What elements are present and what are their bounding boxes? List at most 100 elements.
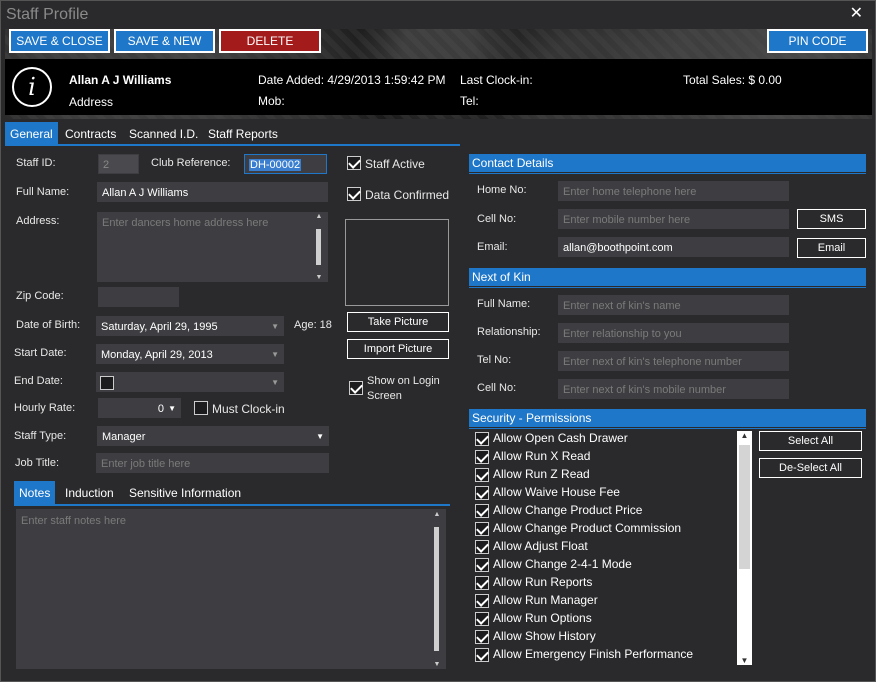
show-login-checkbox[interactable] <box>349 381 363 395</box>
permission-label: Allow Run Reports <box>493 575 593 589</box>
job-title-label: Job Title: <box>15 457 60 469</box>
cell-no-field[interactable]: Enter mobile number here <box>558 209 789 229</box>
address-field[interactable]: Enter dancers home address here <box>97 212 328 282</box>
select-all-button[interactable]: Select All <box>759 431 862 451</box>
permission-label: Allow Change Product Price <box>493 503 643 517</box>
data-confirmed-checkbox[interactable] <box>347 187 361 201</box>
permission-checkbox[interactable] <box>475 450 489 464</box>
save-close-button[interactable]: SAVE & CLOSE <box>9 29 110 53</box>
tab-general[interactable]: General <box>5 122 58 146</box>
chevron-down-icon: ▼ <box>271 350 279 359</box>
end-date-label: End Date: <box>14 375 63 387</box>
scroll-thumb[interactable] <box>316 229 321 265</box>
tab-sensitive-information[interactable]: Sensitive Information <box>124 481 246 506</box>
kin-full-name-label: Full Name: <box>477 298 531 310</box>
scroll-thumb[interactable] <box>739 445 750 569</box>
info-bar: i Allan A J Williams Address Date Added:… <box>5 59 872 115</box>
scroll-down-icon[interactable]: ▼ <box>431 661 443 668</box>
staff-id-label: Staff ID: <box>16 157 56 169</box>
scroll-thumb[interactable] <box>434 527 439 651</box>
permission-checkbox[interactable] <box>475 558 489 572</box>
permission-label: Allow Change Product Commission <box>493 521 682 535</box>
permission-checkbox[interactable] <box>475 504 489 518</box>
scroll-down-icon[interactable]: ▼ <box>313 274 325 281</box>
permission-label: Allow Run Options <box>493 611 592 625</box>
scroll-up-icon[interactable]: ▲ <box>313 213 325 220</box>
staff-type-select[interactable]: Manager ▼ <box>97 426 329 446</box>
delete-button[interactable]: DELETE <box>219 29 321 53</box>
tab-notes[interactable]: Notes <box>14 481 56 506</box>
permission-checkbox[interactable] <box>475 522 489 536</box>
sms-button[interactable]: SMS <box>797 209 866 229</box>
club-reference-field[interactable]: DH-00002 <box>244 154 327 174</box>
must-clock-in-checkbox[interactable] <box>194 401 208 415</box>
permission-checkbox[interactable] <box>475 594 489 608</box>
dob-picker[interactable]: Saturday, April 29, 1995 ▼ <box>96 316 284 336</box>
permission-checkbox[interactable] <box>475 540 489 554</box>
permission-label: Allow Run X Read <box>493 449 591 463</box>
relationship-label: Relationship: <box>477 326 541 338</box>
permission-checkbox[interactable] <box>475 468 489 482</box>
scroll-down-icon[interactable]: ▼ <box>737 656 752 665</box>
notes-scrollbar[interactable]: ▲ ▼ <box>431 511 443 668</box>
staff-type-value: Manager <box>102 431 146 443</box>
permission-checkbox[interactable] <box>475 612 489 626</box>
security-permissions-header: Security - Permissions <box>469 409 866 429</box>
scroll-up-icon[interactable]: ▲ <box>737 431 752 440</box>
address-label: Address <box>69 95 114 109</box>
full-name-label: Full Name: <box>16 186 70 198</box>
kin-cell-field[interactable]: Enter next of kin's mobile number <box>558 379 789 399</box>
tel-label: Tel: <box>460 94 479 108</box>
take-picture-button[interactable]: Take Picture <box>347 312 449 332</box>
tab-contracts[interactable]: Contracts <box>60 122 121 146</box>
kin-full-name-field[interactable]: Enter next of kin's name <box>558 295 789 315</box>
staff-active-checkbox[interactable] <box>347 156 361 170</box>
permission-label: Allow Adjust Float <box>493 539 588 553</box>
permission-checkbox[interactable] <box>475 630 489 644</box>
staff-id-field: 2 <box>98 154 139 174</box>
permission-checkbox[interactable] <box>475 432 489 446</box>
age-label: Age: 18 <box>294 319 332 331</box>
home-no-field[interactable]: Enter home telephone here <box>558 181 789 201</box>
end-date-checkbox[interactable] <box>100 376 114 390</box>
chevron-down-icon[interactable]: ▼ <box>168 399 176 417</box>
deselect-all-button[interactable]: De-Select All <box>759 458 862 478</box>
permission-label: Allow Show History <box>493 629 596 643</box>
job-title-field[interactable]: Enter job title here <box>96 453 329 473</box>
start-date-picker[interactable]: Monday, April 29, 2013 ▼ <box>96 344 284 364</box>
scroll-up-icon[interactable]: ▲ <box>431 511 443 518</box>
import-picture-button[interactable]: Import Picture <box>347 339 449 359</box>
hourly-rate-field[interactable]: 0 ▼ <box>98 398 181 418</box>
end-date-picker[interactable]: ▼ <box>96 372 284 392</box>
show-login-label: Show on Login <box>367 375 440 387</box>
mob-label: Mob: <box>258 94 285 108</box>
start-date-value: Monday, April 29, 2013 <box>101 349 213 361</box>
relationship-field[interactable]: Enter relationship to you <box>558 323 789 343</box>
tab-staff-reports[interactable]: Staff Reports <box>203 122 283 146</box>
tab-scanned-id[interactable]: Scanned I.D. <box>124 122 203 146</box>
pin-code-button[interactable]: PIN CODE <box>767 29 868 53</box>
permission-label: Allow Run Z Read <box>493 467 590 481</box>
permissions-scrollbar[interactable]: ▲ ▼ <box>737 431 752 665</box>
kin-tel-field[interactable]: Enter next of kin's telephone number <box>558 351 789 371</box>
close-icon[interactable]: ✕ <box>850 6 863 22</box>
data-confirmed-label: Data Confirmed <box>365 188 450 202</box>
zip-code-field[interactable] <box>98 287 179 307</box>
save-new-button[interactable]: SAVE & NEW <box>114 29 215 53</box>
kin-tel-label: Tel No: <box>477 354 512 366</box>
chevron-down-icon: ▼ <box>271 322 279 331</box>
notes-textarea[interactable]: Enter staff notes here <box>16 509 446 669</box>
permission-checkbox[interactable] <box>475 486 489 500</box>
email-field[interactable]: allan@boothpoint.com <box>558 237 789 257</box>
tab-induction[interactable]: Induction <box>60 481 119 506</box>
permission-checkbox[interactable] <box>475 576 489 590</box>
permission-label: Allow Run Manager <box>493 593 598 607</box>
full-name-field[interactable]: Allan A J Williams <box>97 182 328 202</box>
address-scrollbar[interactable]: ▲ ▼ <box>313 213 325 281</box>
kin-cell-label: Cell No: <box>477 382 517 394</box>
notes-placeholder: Enter staff notes here <box>21 515 126 527</box>
email-button[interactable]: Email <box>797 238 866 258</box>
home-no-label: Home No: <box>477 184 527 196</box>
permission-checkbox[interactable] <box>475 648 489 662</box>
cell-no-label: Cell No: <box>477 213 517 225</box>
